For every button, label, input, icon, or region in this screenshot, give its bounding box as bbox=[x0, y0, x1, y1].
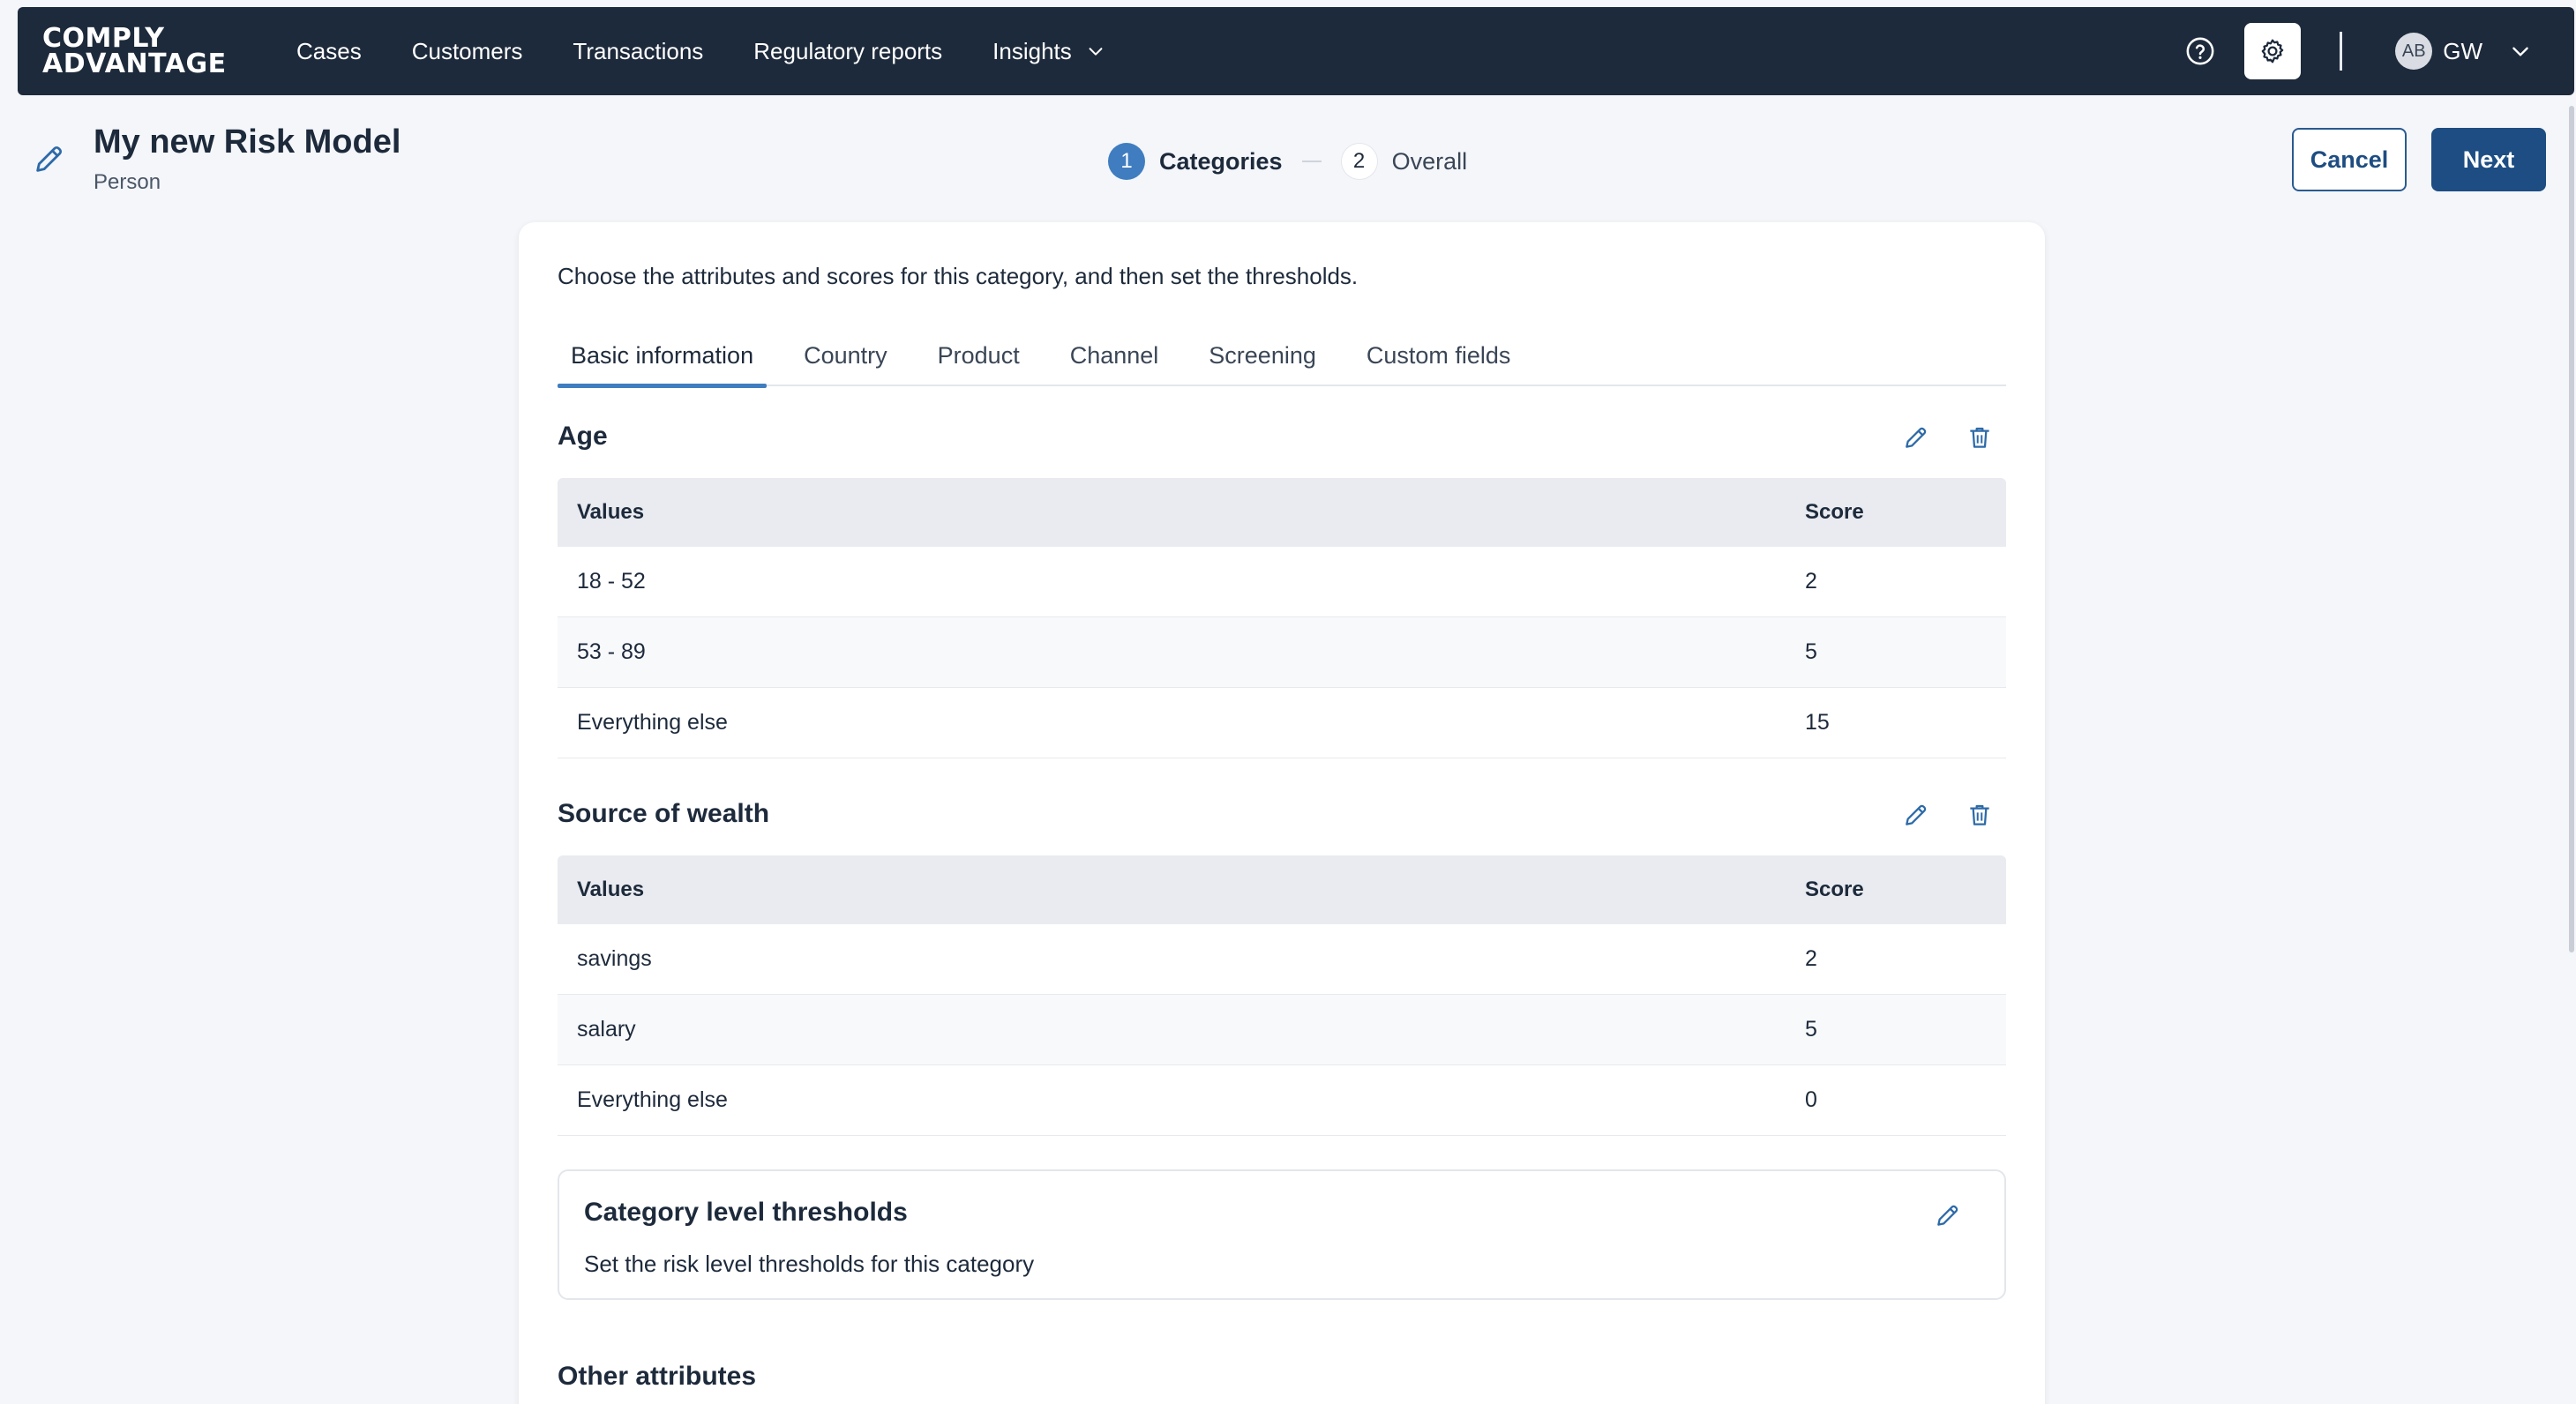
gear-icon bbox=[2261, 39, 2284, 63]
stepper: 1 Categories 2 Overall bbox=[1108, 143, 1467, 180]
source-of-wealth-table: Values Score savings 2 salary 5 Everythi… bbox=[558, 855, 2006, 1136]
page-scrollbar[interactable] bbox=[2569, 106, 2574, 952]
tab-country[interactable]: Country bbox=[790, 337, 901, 386]
tab-screening[interactable]: Screening bbox=[1195, 337, 1329, 386]
row-score: 5 bbox=[1805, 1017, 1817, 1042]
nav-divider bbox=[2340, 32, 2343, 71]
nav-right-group: AB GW bbox=[2172, 23, 2532, 79]
nav-menu: Cases Customers Transactions Regulatory … bbox=[296, 38, 1156, 65]
table-header: Values Score bbox=[558, 855, 2006, 924]
column-header-score: Score bbox=[1805, 878, 1864, 901]
intro-text: Choose the attributes and scores for thi… bbox=[558, 263, 1359, 289]
nav-item-label: Regulatory reports bbox=[753, 37, 943, 64]
trash-icon[interactable] bbox=[1966, 801, 1994, 829]
column-header-values: Values bbox=[577, 500, 645, 524]
row-value: 53 - 89 bbox=[577, 639, 646, 664]
table-row: Everything else 15 bbox=[558, 688, 2006, 758]
row-score: 15 bbox=[1805, 710, 1830, 735]
chevron-down-icon bbox=[1089, 48, 1103, 56]
thresholds-description: Set the risk level thresholds for this c… bbox=[584, 1251, 1035, 1277]
avatar[interactable]: AB bbox=[2395, 33, 2433, 70]
row-score: 5 bbox=[1805, 639, 1817, 664]
step-separator bbox=[1301, 161, 1322, 162]
tab-custom-fields[interactable]: Custom fields bbox=[1353, 337, 1524, 386]
help-button[interactable] bbox=[2172, 23, 2228, 79]
nav-item-label: Insights bbox=[992, 37, 1072, 64]
company-logo[interactable]: COMPLY ADVANTAGE bbox=[42, 23, 245, 79]
table-row: 53 - 89 5 bbox=[558, 617, 2006, 688]
nav-item-label: Transactions bbox=[573, 37, 704, 64]
row-value: 18 - 52 bbox=[577, 569, 646, 594]
row-value: savings bbox=[577, 946, 652, 971]
chevron-down-icon[interactable] bbox=[2509, 40, 2532, 63]
pencil-icon[interactable] bbox=[32, 141, 67, 176]
step-label-categories[interactable]: Categories bbox=[1159, 148, 1283, 176]
age-table: Values Score 18 - 52 2 53 - 89 5 Everyth… bbox=[558, 478, 2006, 758]
row-value: Everything else bbox=[577, 710, 728, 735]
nav-item-label: Cases bbox=[296, 37, 362, 64]
tab-channel[interactable]: Channel bbox=[1057, 337, 1172, 386]
nav-item-label: Customers bbox=[411, 37, 523, 64]
table-row: 18 - 52 2 bbox=[558, 547, 2006, 617]
category-tabs: Basic information Country Product Channe… bbox=[558, 337, 2006, 388]
user-initials[interactable]: GW bbox=[2443, 38, 2482, 65]
help-circle-icon bbox=[2186, 37, 2214, 65]
page-subtitle: Person bbox=[94, 170, 161, 194]
section-title-age: Age bbox=[558, 422, 608, 451]
table-row: savings 2 bbox=[558, 924, 2006, 995]
tab-basic-information[interactable]: Basic information bbox=[558, 337, 768, 388]
section-title-source-of-wealth: Source of wealth bbox=[558, 799, 770, 828]
cancel-button[interactable]: Cancel bbox=[2292, 128, 2407, 191]
row-value: salary bbox=[577, 1017, 636, 1042]
table-row: Everything else 0 bbox=[558, 1065, 2006, 1136]
nav-item-regulatory-reports[interactable]: Regulatory reports bbox=[753, 38, 942, 65]
tab-product[interactable]: Product bbox=[925, 337, 1033, 386]
row-score: 2 bbox=[1805, 946, 1817, 971]
logo-line-2: ADVANTAGE bbox=[42, 49, 227, 79]
nav-item-customers[interactable]: Customers bbox=[412, 38, 523, 65]
settings-button[interactable] bbox=[2244, 23, 2302, 79]
top-navigation: COMPLY ADVANTAGE Cases Customers Transac… bbox=[18, 7, 2574, 95]
pencil-icon[interactable] bbox=[1934, 1201, 1962, 1229]
pencil-icon[interactable] bbox=[1902, 423, 1930, 452]
step-number-1[interactable]: 1 bbox=[1108, 143, 1145, 180]
step-number-2[interactable]: 2 bbox=[1340, 143, 1378, 180]
table-row: salary 5 bbox=[558, 995, 2006, 1065]
next-button[interactable]: Next bbox=[2431, 128, 2546, 191]
logo-line-1: COMPLY bbox=[42, 23, 165, 54]
pencil-icon[interactable] bbox=[1902, 801, 1930, 829]
nav-item-transactions[interactable]: Transactions bbox=[573, 38, 703, 65]
column-header-score: Score bbox=[1805, 500, 1864, 524]
category-thresholds-panel: Category level thresholds Set the risk l… bbox=[558, 1169, 2006, 1300]
row-score: 0 bbox=[1805, 1087, 1817, 1112]
other-attributes-title: Other attributes bbox=[558, 1362, 757, 1391]
thresholds-title: Category level thresholds bbox=[584, 1198, 908, 1227]
trash-icon[interactable] bbox=[1966, 423, 1994, 452]
section-actions-age bbox=[1902, 423, 2029, 452]
section-actions-source-of-wealth bbox=[1902, 801, 2029, 829]
categories-card: Choose the attributes and scores for thi… bbox=[519, 222, 2045, 1404]
header-actions: Cancel Next bbox=[2292, 128, 2546, 191]
table-header: Values Score bbox=[558, 478, 2006, 547]
row-score: 2 bbox=[1805, 569, 1817, 594]
column-header-values: Values bbox=[577, 878, 645, 901]
page-header: My new Risk Model Person bbox=[32, 123, 401, 195]
step-label-overall[interactable]: Overall bbox=[1392, 148, 1468, 176]
page-title: My new Risk Model bbox=[94, 123, 401, 161]
nav-item-cases[interactable]: Cases bbox=[296, 38, 362, 65]
nav-item-insights[interactable]: Insights bbox=[992, 38, 1105, 65]
row-value: Everything else bbox=[577, 1087, 728, 1112]
